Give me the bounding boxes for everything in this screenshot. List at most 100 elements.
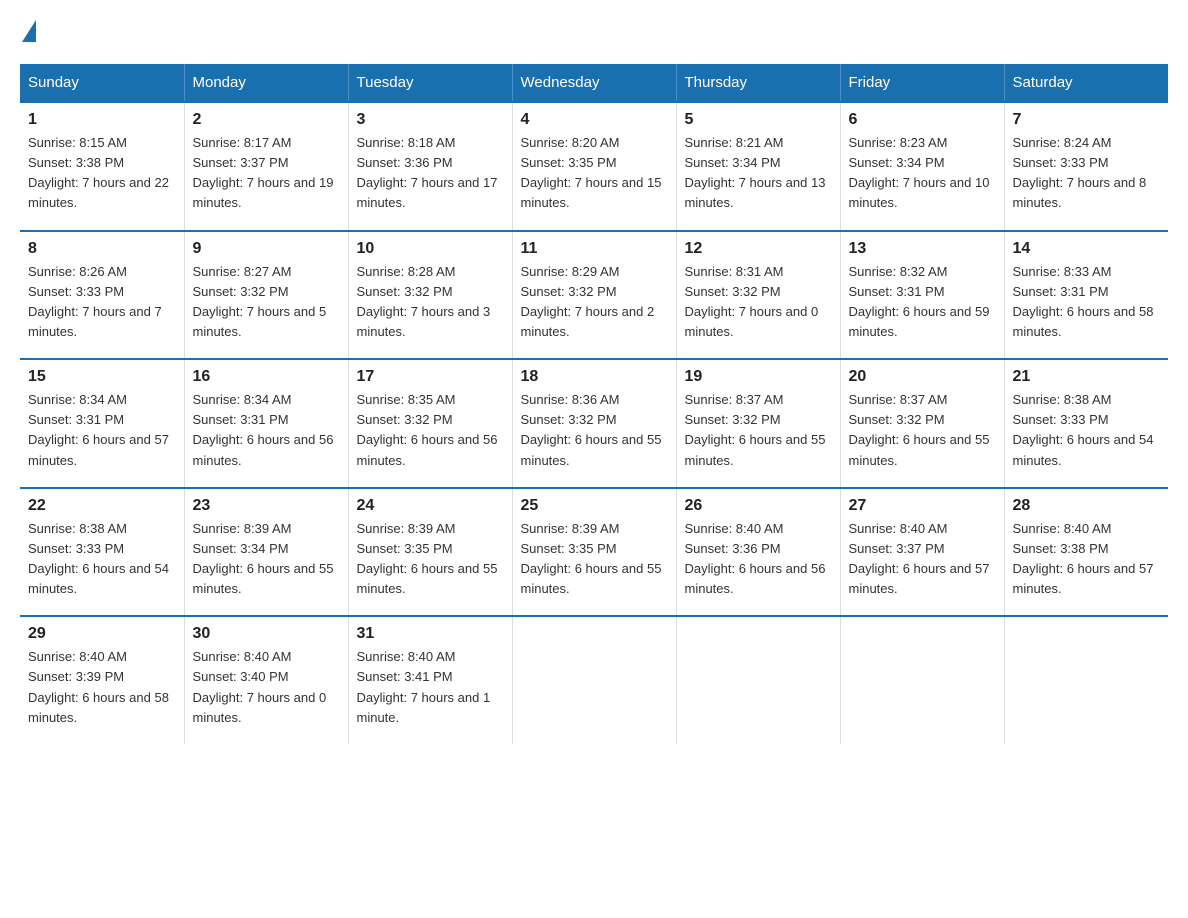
day-info: Sunrise: 8:34 AM Sunset: 3:31 PM Dayligh… — [193, 390, 340, 471]
calendar-header-row: SundayMondayTuesdayWednesdayThursdayFrid… — [20, 64, 1168, 102]
day-number: 26 — [685, 497, 832, 515]
week-row-2: 8 Sunrise: 8:26 AM Sunset: 3:33 PM Dayli… — [20, 231, 1168, 360]
day-number: 25 — [521, 497, 668, 515]
day-cell: 24 Sunrise: 8:39 AM Sunset: 3:35 PM Dayl… — [348, 488, 512, 617]
week-row-1: 1 Sunrise: 8:15 AM Sunset: 3:38 PM Dayli… — [20, 102, 1168, 231]
day-info: Sunrise: 8:37 AM Sunset: 3:32 PM Dayligh… — [849, 390, 996, 471]
day-info: Sunrise: 8:20 AM Sunset: 3:35 PM Dayligh… — [521, 133, 668, 214]
day-cell: 20 Sunrise: 8:37 AM Sunset: 3:32 PM Dayl… — [840, 359, 1004, 488]
day-number: 6 — [849, 111, 996, 129]
day-cell: 6 Sunrise: 8:23 AM Sunset: 3:34 PM Dayli… — [840, 102, 1004, 231]
day-number: 23 — [193, 497, 340, 515]
day-info: Sunrise: 8:29 AM Sunset: 3:32 PM Dayligh… — [521, 262, 668, 343]
day-cell: 1 Sunrise: 8:15 AM Sunset: 3:38 PM Dayli… — [20, 102, 184, 231]
day-cell: 29 Sunrise: 8:40 AM Sunset: 3:39 PM Dayl… — [20, 616, 184, 744]
day-number: 18 — [521, 368, 668, 386]
day-cell: 16 Sunrise: 8:34 AM Sunset: 3:31 PM Dayl… — [184, 359, 348, 488]
day-number: 13 — [849, 240, 996, 258]
day-cell: 31 Sunrise: 8:40 AM Sunset: 3:41 PM Dayl… — [348, 616, 512, 744]
day-info: Sunrise: 8:32 AM Sunset: 3:31 PM Dayligh… — [849, 262, 996, 343]
day-number: 8 — [28, 240, 176, 258]
day-number: 15 — [28, 368, 176, 386]
day-number: 22 — [28, 497, 176, 515]
day-cell: 10 Sunrise: 8:28 AM Sunset: 3:32 PM Dayl… — [348, 231, 512, 360]
day-cell — [512, 616, 676, 744]
day-info: Sunrise: 8:26 AM Sunset: 3:33 PM Dayligh… — [28, 262, 176, 343]
day-info: Sunrise: 8:15 AM Sunset: 3:38 PM Dayligh… — [28, 133, 176, 214]
day-cell: 3 Sunrise: 8:18 AM Sunset: 3:36 PM Dayli… — [348, 102, 512, 231]
day-info: Sunrise: 8:40 AM Sunset: 3:38 PM Dayligh… — [1013, 519, 1161, 600]
day-cell — [676, 616, 840, 744]
day-cell: 14 Sunrise: 8:33 AM Sunset: 3:31 PM Dayl… — [1004, 231, 1168, 360]
header-wednesday: Wednesday — [512, 64, 676, 102]
day-cell: 26 Sunrise: 8:40 AM Sunset: 3:36 PM Dayl… — [676, 488, 840, 617]
day-number: 20 — [849, 368, 996, 386]
day-number: 31 — [357, 625, 504, 643]
day-number: 4 — [521, 111, 668, 129]
day-number: 14 — [1013, 240, 1161, 258]
day-cell — [1004, 616, 1168, 744]
header-thursday: Thursday — [676, 64, 840, 102]
week-row-5: 29 Sunrise: 8:40 AM Sunset: 3:39 PM Dayl… — [20, 616, 1168, 744]
day-info: Sunrise: 8:35 AM Sunset: 3:32 PM Dayligh… — [357, 390, 504, 471]
day-info: Sunrise: 8:40 AM Sunset: 3:40 PM Dayligh… — [193, 647, 340, 728]
day-cell: 25 Sunrise: 8:39 AM Sunset: 3:35 PM Dayl… — [512, 488, 676, 617]
day-number: 17 — [357, 368, 504, 386]
day-info: Sunrise: 8:39 AM Sunset: 3:34 PM Dayligh… — [193, 519, 340, 600]
day-cell: 30 Sunrise: 8:40 AM Sunset: 3:40 PM Dayl… — [184, 616, 348, 744]
day-number: 28 — [1013, 497, 1161, 515]
day-cell: 11 Sunrise: 8:29 AM Sunset: 3:32 PM Dayl… — [512, 231, 676, 360]
page-header — [20, 20, 1168, 44]
day-number: 29 — [28, 625, 176, 643]
day-number: 7 — [1013, 111, 1161, 129]
day-info: Sunrise: 8:21 AM Sunset: 3:34 PM Dayligh… — [685, 133, 832, 214]
day-number: 21 — [1013, 368, 1161, 386]
day-info: Sunrise: 8:31 AM Sunset: 3:32 PM Dayligh… — [685, 262, 832, 343]
day-number: 1 — [28, 111, 176, 129]
day-number: 5 — [685, 111, 832, 129]
day-number: 10 — [357, 240, 504, 258]
header-monday: Monday — [184, 64, 348, 102]
day-cell: 9 Sunrise: 8:27 AM Sunset: 3:32 PM Dayli… — [184, 231, 348, 360]
day-info: Sunrise: 8:34 AM Sunset: 3:31 PM Dayligh… — [28, 390, 176, 471]
day-info: Sunrise: 8:39 AM Sunset: 3:35 PM Dayligh… — [521, 519, 668, 600]
day-cell: 8 Sunrise: 8:26 AM Sunset: 3:33 PM Dayli… — [20, 231, 184, 360]
day-cell: 4 Sunrise: 8:20 AM Sunset: 3:35 PM Dayli… — [512, 102, 676, 231]
day-info: Sunrise: 8:38 AM Sunset: 3:33 PM Dayligh… — [1013, 390, 1161, 471]
day-cell: 21 Sunrise: 8:38 AM Sunset: 3:33 PM Dayl… — [1004, 359, 1168, 488]
day-info: Sunrise: 8:18 AM Sunset: 3:36 PM Dayligh… — [357, 133, 504, 214]
day-cell: 27 Sunrise: 8:40 AM Sunset: 3:37 PM Dayl… — [840, 488, 1004, 617]
day-number: 27 — [849, 497, 996, 515]
day-cell: 5 Sunrise: 8:21 AM Sunset: 3:34 PM Dayli… — [676, 102, 840, 231]
calendar-table: SundayMondayTuesdayWednesdayThursdayFrid… — [20, 64, 1168, 744]
day-cell: 12 Sunrise: 8:31 AM Sunset: 3:32 PM Dayl… — [676, 231, 840, 360]
day-number: 9 — [193, 240, 340, 258]
day-cell: 18 Sunrise: 8:36 AM Sunset: 3:32 PM Dayl… — [512, 359, 676, 488]
day-cell: 2 Sunrise: 8:17 AM Sunset: 3:37 PM Dayli… — [184, 102, 348, 231]
day-info: Sunrise: 8:33 AM Sunset: 3:31 PM Dayligh… — [1013, 262, 1161, 343]
day-info: Sunrise: 8:27 AM Sunset: 3:32 PM Dayligh… — [193, 262, 340, 343]
day-number: 16 — [193, 368, 340, 386]
logo-triangle-icon — [22, 20, 36, 42]
day-cell: 22 Sunrise: 8:38 AM Sunset: 3:33 PM Dayl… — [20, 488, 184, 617]
day-cell: 13 Sunrise: 8:32 AM Sunset: 3:31 PM Dayl… — [840, 231, 1004, 360]
day-number: 11 — [521, 240, 668, 258]
logo — [20, 20, 36, 44]
day-info: Sunrise: 8:23 AM Sunset: 3:34 PM Dayligh… — [849, 133, 996, 214]
header-tuesday: Tuesday — [348, 64, 512, 102]
day-info: Sunrise: 8:17 AM Sunset: 3:37 PM Dayligh… — [193, 133, 340, 214]
day-info: Sunrise: 8:24 AM Sunset: 3:33 PM Dayligh… — [1013, 133, 1161, 214]
day-number: 2 — [193, 111, 340, 129]
day-info: Sunrise: 8:37 AM Sunset: 3:32 PM Dayligh… — [685, 390, 832, 471]
day-cell: 7 Sunrise: 8:24 AM Sunset: 3:33 PM Dayli… — [1004, 102, 1168, 231]
day-info: Sunrise: 8:40 AM Sunset: 3:36 PM Dayligh… — [685, 519, 832, 600]
header-friday: Friday — [840, 64, 1004, 102]
day-number: 30 — [193, 625, 340, 643]
day-number: 3 — [357, 111, 504, 129]
week-row-3: 15 Sunrise: 8:34 AM Sunset: 3:31 PM Dayl… — [20, 359, 1168, 488]
day-cell — [840, 616, 1004, 744]
day-cell: 28 Sunrise: 8:40 AM Sunset: 3:38 PM Dayl… — [1004, 488, 1168, 617]
day-cell: 23 Sunrise: 8:39 AM Sunset: 3:34 PM Dayl… — [184, 488, 348, 617]
day-number: 24 — [357, 497, 504, 515]
day-info: Sunrise: 8:40 AM Sunset: 3:41 PM Dayligh… — [357, 647, 504, 728]
